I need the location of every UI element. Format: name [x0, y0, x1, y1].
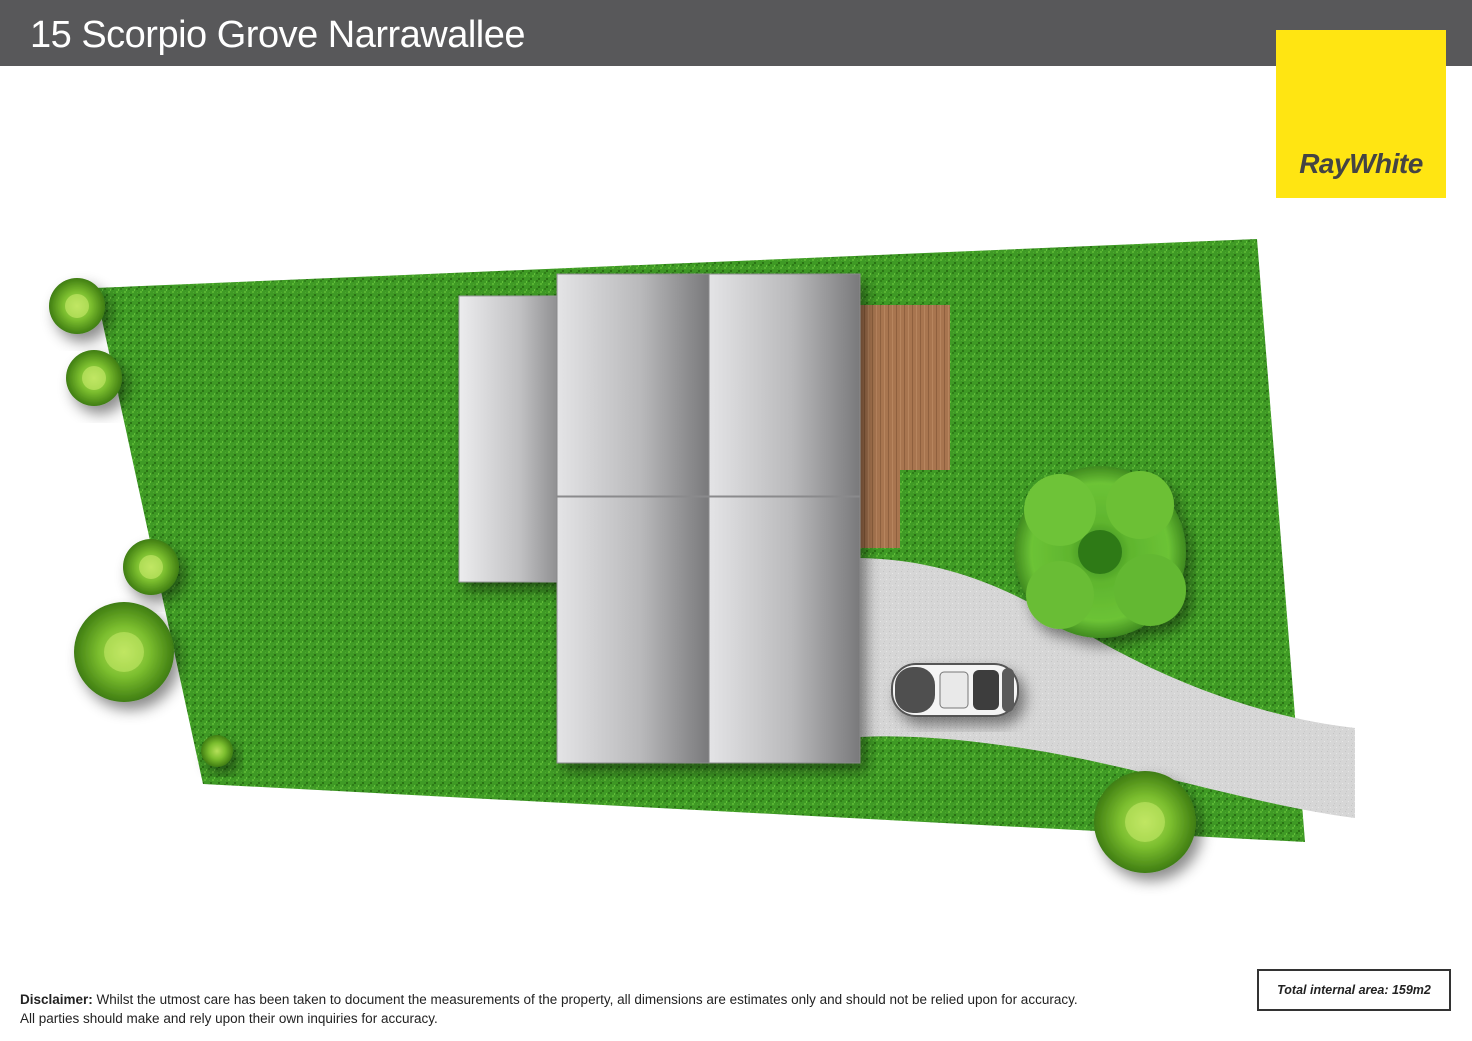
- tree-icon: [1014, 466, 1186, 638]
- shrub-icon: [123, 539, 179, 595]
- disclaimer-label: Disclaimer:: [20, 992, 93, 1007]
- disclaimer-line-2: All parties should make and rely upon th…: [20, 1011, 438, 1026]
- shrub-icon: [74, 602, 174, 702]
- shrub-icon: [201, 735, 233, 767]
- site-plan: [49, 239, 1355, 873]
- total-area: Total internal area: 159m2: [1277, 983, 1431, 997]
- disclaimer-line-1: Disclaimer: Whilst the utmost care has b…: [20, 990, 1220, 1009]
- roof-section: [708, 496, 861, 764]
- disclaimer-text: Whilst the utmost care has been taken to…: [92, 992, 1078, 1007]
- disclaimer: Disclaimer: Whilst the utmost care has b…: [20, 990, 1220, 1028]
- shrub-icon: [49, 278, 105, 334]
- shrub-icon: [1094, 771, 1196, 873]
- roof-section: [708, 273, 861, 497]
- area-box: Total internal area: 159m2: [1257, 969, 1451, 1011]
- roof-section: [556, 496, 710, 764]
- roof-section: [458, 295, 560, 583]
- roof-section: [556, 273, 710, 497]
- car-icon: [891, 663, 1019, 717]
- shrub-icon: [66, 350, 122, 406]
